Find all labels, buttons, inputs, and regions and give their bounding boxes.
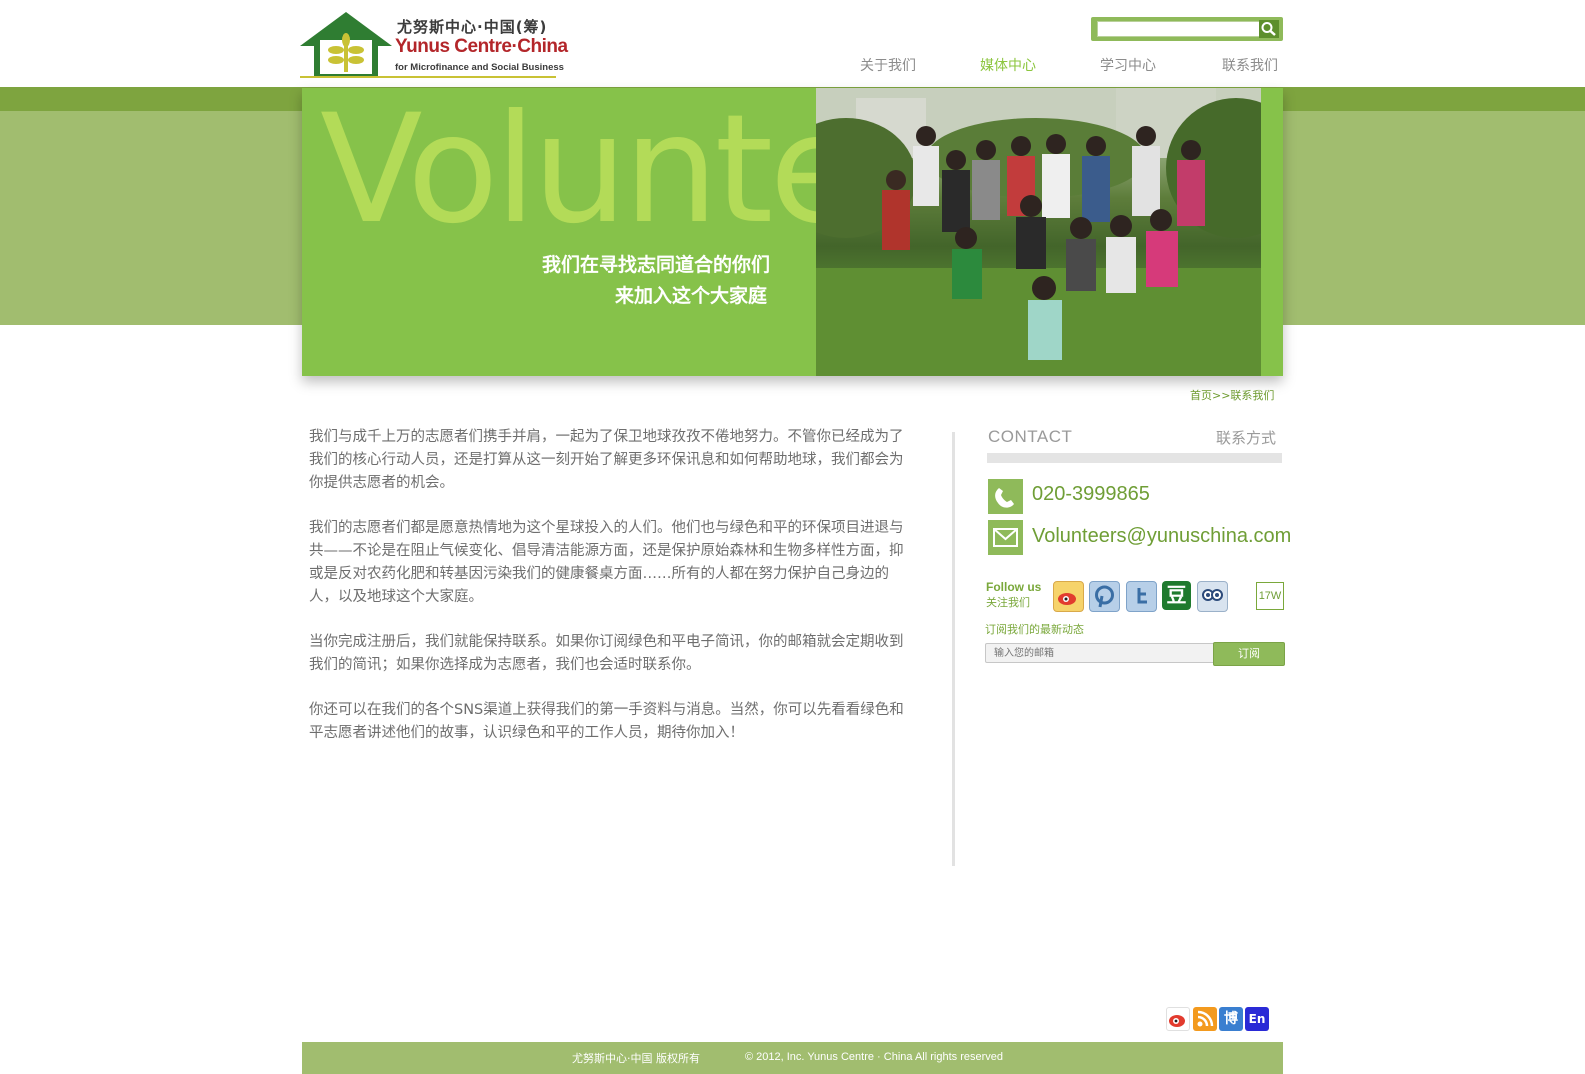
banner-headline: 我们在寻找志同道合的你们 <box>542 254 771 276</box>
volunteer-banner: Volunteer 我们在寻找志同道合的你们 来加入这个大家庭 <box>302 88 1283 376</box>
search-input[interactable] <box>1097 21 1263 37</box>
content-paragraph-4: 你还可以在我们的各个SNS渠道上获得我们的第一手资料与消息。当然，你可以先看看绿… <box>309 702 904 741</box>
house-tree-logo-icon <box>300 12 392 76</box>
footer-copyright-cn: 尤努斯中心·中国 版权所有 <box>572 1052 700 1065</box>
banner-subheadline: 来加入这个大家庭 <box>615 285 768 307</box>
mail-icon <box>988 520 1023 555</box>
contact-email[interactable]: Volunteers@yunuschina.com <box>1032 525 1291 548</box>
contact-heading-bar <box>987 453 1282 463</box>
weibo-icon[interactable] <box>1166 1007 1190 1031</box>
blog-icon[interactable]: 博 <box>1219 1007 1243 1031</box>
subscribe-title: 订阅我们的最新动态 <box>985 623 1084 636</box>
rss-icon[interactable] <box>1193 1007 1217 1031</box>
content-divider <box>952 432 955 866</box>
footer: 尤努斯中心·中国 版权所有 © 2012, Inc. Yunus Centre … <box>302 1042 1283 1074</box>
footer-copyright-en: © 2012, Inc. Yunus Centre · China All ri… <box>745 1051 1003 1063</box>
phone-icon <box>988 479 1023 514</box>
logo-subtitle: for Microfinance and Social Business <box>395 62 564 73</box>
breadcrumb[interactable]: 首页>>联系我们 <box>1190 387 1274 403</box>
group-photo-illustration <box>816 88 1261 376</box>
search-box <box>1091 17 1283 41</box>
content-paragraph-2: 我们的志愿者们都是愿意热情地为这个星球投入的人们。他们也与绿色和平的环保项目进退… <box>309 520 904 605</box>
nav-learning[interactable]: 学习中心 <box>1100 55 1156 75</box>
logo[interactable]: 尤努斯中心·中国(筹) Yunus Centre·China for Micro… <box>300 10 568 80</box>
logo-title-en: Yunus Centre·China <box>395 36 568 57</box>
follow-us-en: Follow us <box>986 580 1042 594</box>
search-icon <box>1261 22 1276 36</box>
contact-phone[interactable]: 020-3999865 <box>1032 483 1150 506</box>
main-content: 我们与成千上万的志愿者们携手并肩，一起为了保卫地球孜孜不倦地努力。不管你已经成为… <box>309 426 914 767</box>
content-paragraph-1: 我们与成千上万的志愿者们携手并肩，一起为了保卫地球孜孜不倦地努力。不管你已经成为… <box>309 429 904 491</box>
logo-underline <box>300 76 556 78</box>
follower-count-badge: 17W <box>1256 582 1284 610</box>
volunteers-group-photo <box>816 88 1261 376</box>
search-button[interactable] <box>1259 20 1279 38</box>
twitter-icon[interactable] <box>1126 581 1157 612</box>
contact-heading-cn: 联系方式 <box>1216 429 1277 447</box>
weibo-icon[interactable] <box>1053 581 1084 612</box>
content-paragraph-3: 当你完成注册后，我们就能保持联系。如果你订阅绿色和平电子简讯，你的邮箱就会定期收… <box>309 634 904 673</box>
english-icon[interactable]: En <box>1245 1007 1269 1031</box>
contact-heading-en: CONTACT <box>988 427 1073 446</box>
kaixin-icon[interactable] <box>1197 581 1228 612</box>
nav-media[interactable]: 媒体中心 <box>980 55 1036 75</box>
pinterest-icon[interactable] <box>1089 581 1120 612</box>
nav-contact[interactable]: 联系我们 <box>1222 55 1278 75</box>
subscribe-email-input[interactable] <box>985 643 1215 663</box>
follow-us-cn: 关注我们 <box>986 596 1030 609</box>
logo-title-cn: 尤努斯中心·中国(筹) <box>397 18 548 36</box>
nav-about[interactable]: 关于我们 <box>860 55 916 75</box>
douban-icon[interactable]: 豆 <box>1162 581 1191 610</box>
subscribe-button[interactable]: 订阅 <box>1213 642 1285 666</box>
